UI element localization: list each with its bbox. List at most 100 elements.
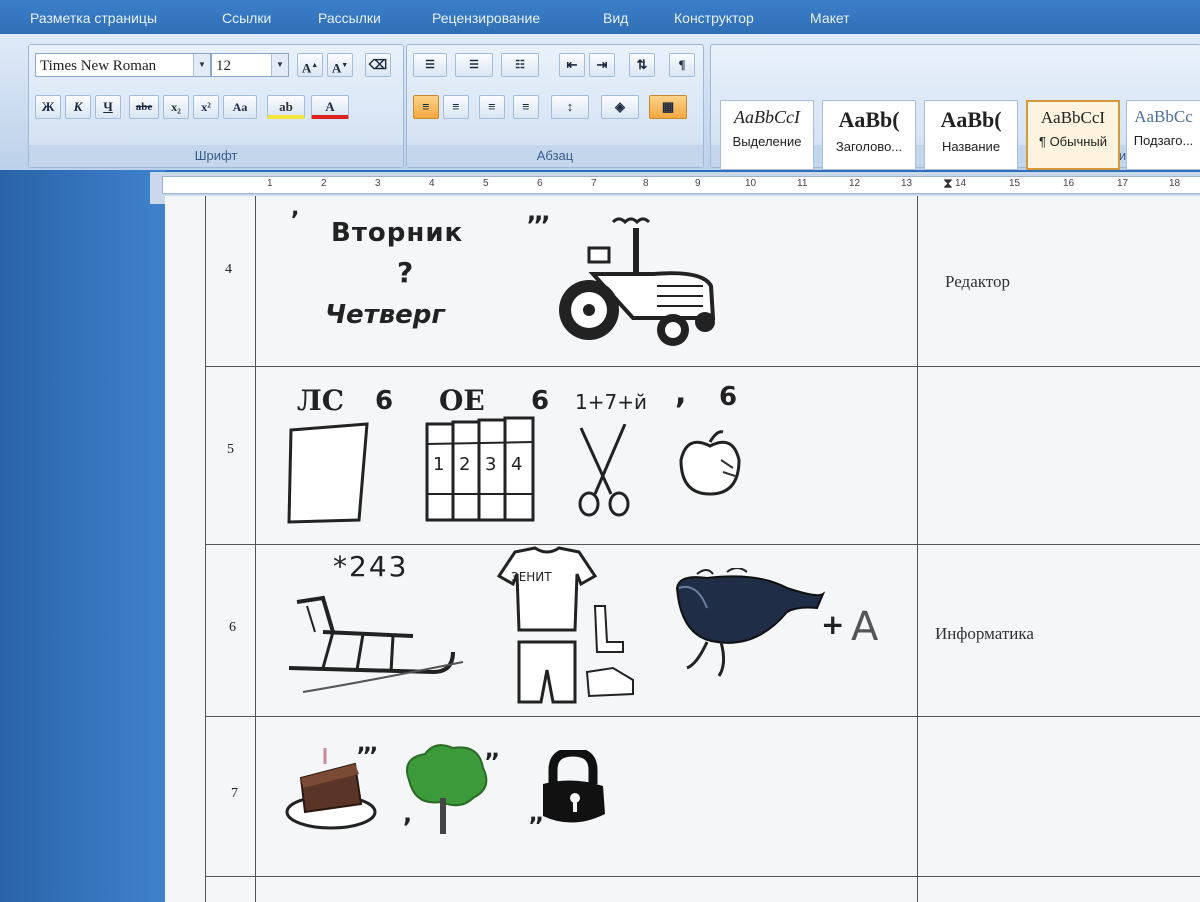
rebus-word: Четверг — [325, 300, 445, 330]
answer-cell[interactable]: Информатика — [935, 624, 1034, 644]
font-name-value: Times New Roman — [40, 58, 157, 74]
rebus-comma: , — [291, 196, 300, 221]
tab-review[interactable]: Рецензирование — [432, 10, 540, 26]
font-size-value: 12 — [216, 58, 231, 74]
table-border — [205, 196, 206, 902]
row-number: 6 — [229, 620, 236, 635]
table-border — [205, 876, 1200, 877]
sort-icon[interactable]: ⇅ — [629, 53, 655, 77]
borders-icon[interactable]: ▦ — [649, 95, 687, 119]
decrease-indent-icon[interactable]: ⇤ — [559, 53, 585, 77]
tractor-icon — [559, 217, 716, 346]
subscript-button[interactable]: x₂ — [163, 95, 189, 119]
pilcrow-icon[interactable]: ¶ — [669, 53, 695, 77]
font-group: Times New Roman ▼ 12 ▼ A▲ A▼ ⌫ Ж К Ч abe… — [28, 44, 404, 168]
tab-view[interactable]: Вид — [603, 10, 628, 26]
chevron-down-icon[interactable]: ▼ — [193, 54, 210, 76]
ruler-number: 9 — [695, 178, 701, 189]
style-sample: AaBbCcI — [1040, 108, 1106, 127]
tab-layout[interactable]: Макет — [810, 10, 850, 26]
style-subtitle[interactable]: AaBbCc Подзаго... — [1126, 100, 1200, 170]
font-name-combo[interactable]: Times New Roman ▼ — [35, 53, 211, 77]
style-title[interactable]: AaBb( Название — [924, 100, 1018, 170]
row-number: 5 — [227, 442, 234, 457]
style-emphasis[interactable]: AaBbCcI Выделение — [720, 100, 814, 170]
style-sample: AaBbCcI — [734, 107, 800, 127]
ruler-number: 17 — [1117, 178, 1129, 189]
paper-sheet-icon — [287, 422, 369, 524]
scissors-icon — [578, 424, 630, 517]
apple-icon — [679, 430, 741, 496]
rebus-letters: ОЕ — [439, 384, 485, 417]
rebus-commas: ,,, — [527, 198, 550, 226]
clear-format-icon[interactable]: ⌫ — [365, 53, 391, 77]
socks-boots-icon — [585, 605, 634, 698]
ruler-number: 13 — [901, 178, 913, 189]
rebus-comma: 6 — [531, 386, 550, 416]
ruler-number: 6 — [537, 178, 543, 189]
align-left-icon[interactable]: ≡ — [413, 95, 439, 119]
ruler-number: 18 — [1169, 178, 1181, 189]
ribbon-tabs: Разметка страницы Ссылки Рассылки Реценз… — [0, 0, 1200, 34]
tab-mailings[interactable]: Рассылки — [318, 10, 381, 26]
underline-button[interactable]: Ч — [95, 95, 121, 119]
table-border — [205, 544, 1200, 545]
document-page: 4 5 6 7 Редактор Информатика , Вторник ?… — [165, 196, 1200, 902]
ruler-number: 2 — [321, 178, 327, 189]
table-border — [255, 196, 256, 902]
multilevel-list-icon[interactable]: ☷ — [501, 53, 539, 77]
increase-indent-icon[interactable]: ⇥ — [589, 53, 615, 77]
tab-design[interactable]: Конструктор — [674, 10, 754, 26]
style-name: ¶ Обычный — [1038, 134, 1108, 149]
numbering-icon[interactable]: ☰ — [455, 53, 493, 77]
align-right-icon[interactable]: ≡ — [479, 95, 505, 119]
rebus-letters: 1+7+й — [575, 390, 647, 414]
font-group-label: Шрифт — [29, 145, 403, 167]
answer-cell[interactable]: Редактор — [945, 272, 1010, 292]
change-case-button[interactable]: Aa — [223, 95, 257, 119]
font-size-combo[interactable]: 12 ▼ — [211, 53, 289, 77]
whale-icon — [675, 568, 826, 677]
rebus-comma: , — [675, 376, 687, 411]
shrink-font-button[interactable]: A▼ — [327, 53, 353, 77]
rebus-commas: ,, — [485, 738, 500, 763]
indent-marker-icon[interactable]: ⧗ — [943, 175, 953, 192]
italic-button[interactable]: К — [65, 95, 91, 119]
strikethrough-button[interactable]: abe — [129, 95, 159, 119]
style-normal[interactable]: AaBbCcI ¶ Обычный — [1026, 100, 1120, 170]
chevron-down-icon[interactable]: ▼ — [271, 54, 288, 76]
grow-font-button[interactable]: A▲ — [297, 53, 323, 77]
bold-button[interactable]: Ж — [35, 95, 61, 119]
rebus-comma: , — [403, 800, 413, 828]
ruler-number: 11 — [797, 178, 808, 189]
superscript-button[interactable]: x² — [193, 95, 219, 119]
style-name: Название — [941, 139, 1001, 154]
cake-icon — [285, 748, 377, 830]
style-name: Выделение — [732, 134, 802, 149]
ruler-number: 10 — [745, 178, 757, 189]
paragraph-group-label: Абзац — [407, 145, 703, 167]
document-background — [0, 170, 165, 902]
horizontal-ruler[interactable]: 1 2 3 4 5 6 7 8 9 10 11 12 13 14 15 16 1… — [162, 175, 1200, 194]
bullets-icon[interactable]: ☰ — [413, 53, 447, 77]
rebus-word: Вторник — [331, 218, 464, 248]
shading-icon[interactable]: ◈ — [601, 95, 639, 119]
ruler-number: 15 — [1009, 178, 1021, 189]
rebus-question: ? — [397, 256, 414, 289]
table-border — [205, 716, 1200, 717]
style-heading[interactable]: AaBb( Заголово... — [822, 100, 916, 170]
paragraph-group: ☰ ☰ ☷ ⇤ ⇥ ⇅ ¶ ≡ ≡ ≡ ≡ ↕ ◈ ▦ Абзац — [406, 44, 704, 168]
style-sample: AaBbCc — [1134, 107, 1193, 126]
font-color-icon[interactable]: A — [311, 95, 349, 119]
highlight-icon[interactable]: ab — [267, 95, 305, 119]
justify-icon[interactable]: ≡ — [513, 95, 539, 119]
tab-references[interactable]: Ссылки — [222, 10, 271, 26]
align-center-icon[interactable]: ≡ — [443, 95, 469, 119]
shirt-text: ЗЕНИТ — [511, 570, 552, 584]
book-number: 4 — [511, 454, 523, 475]
rebus-plus: + — [821, 608, 845, 641]
book-number: 1 — [433, 454, 445, 475]
ruler-number: 8 — [643, 178, 649, 189]
line-spacing-icon[interactable]: ↕ — [551, 95, 589, 119]
tab-page-layout[interactable]: Разметка страницы — [30, 10, 157, 26]
